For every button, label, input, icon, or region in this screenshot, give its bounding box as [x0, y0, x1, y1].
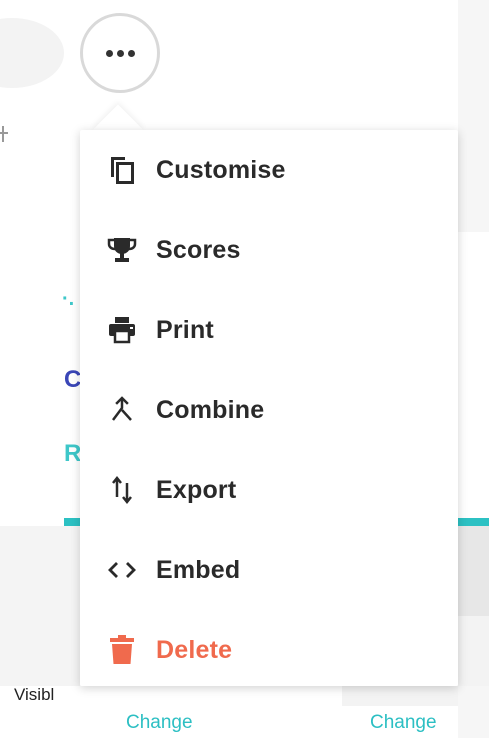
background-fragment-dot: ·.: [62, 288, 75, 310]
background-right-grey-block-2: [458, 616, 489, 686]
trash-icon: [106, 634, 138, 666]
menu-item-label: Customise: [156, 155, 286, 184]
change-link-1[interactable]: Change: [126, 712, 193, 734]
background-fragment-c: C: [64, 366, 82, 393]
background-right-teal-bar: [458, 518, 489, 526]
visibility-label: Visibl: [14, 685, 55, 704]
background-right-grey-block: [458, 526, 489, 616]
background-cursor-mark: [0, 126, 8, 146]
menu-item-label: Embed: [156, 555, 241, 584]
swap-vertical-icon: [106, 474, 138, 506]
background-avatar-partial: [0, 18, 64, 88]
copy-icon: [106, 154, 138, 186]
background-fragment-r: R: [64, 440, 82, 467]
code-icon: [106, 554, 138, 586]
menu-item-scores[interactable]: Scores: [80, 210, 458, 290]
menu-item-print[interactable]: Print: [80, 290, 458, 370]
background-left-footer: [0, 526, 80, 686]
menu-item-label: Scores: [156, 235, 241, 264]
page: ·. C R Visibl Change Change Customise Sc…: [0, 0, 489, 738]
menu-item-embed[interactable]: Embed: [80, 530, 458, 610]
menu-item-combine[interactable]: Combine: [80, 370, 458, 450]
background-right-card: [458, 232, 489, 518]
trophy-icon: [106, 234, 138, 266]
menu-item-customise[interactable]: Customise: [80, 130, 458, 210]
menu-item-label: Print: [156, 315, 214, 344]
menu-item-delete[interactable]: Delete: [80, 610, 458, 690]
printer-icon: [106, 314, 138, 346]
merge-icon: [106, 394, 138, 426]
menu-item-label: Export: [156, 475, 237, 504]
menu-item-label: Combine: [156, 395, 265, 424]
change-link-2[interactable]: Change: [370, 712, 437, 734]
menu-item-export[interactable]: Export: [80, 450, 458, 530]
more-options-button[interactable]: [80, 13, 160, 93]
background-right-panel: [458, 0, 489, 738]
more-options-menu: Customise Scores Print Combine Export Em…: [80, 130, 458, 686]
ellipsis-icon: [105, 49, 135, 57]
menu-item-label: Delete: [156, 635, 233, 664]
